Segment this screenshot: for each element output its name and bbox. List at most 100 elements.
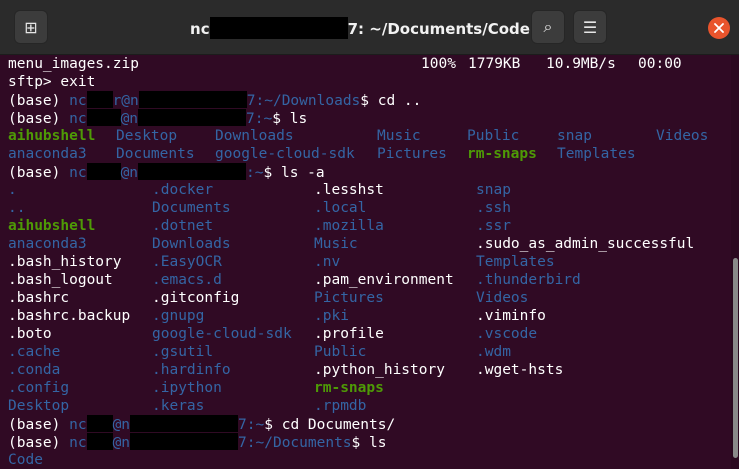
redacted-username bbox=[86, 163, 121, 180]
list-item: .lesshst bbox=[314, 182, 384, 198]
list-item: .wget-hsts bbox=[476, 362, 564, 378]
redacted-username bbox=[86, 109, 121, 126]
redacted-hostname bbox=[130, 433, 239, 450]
window-title-prefix: nc bbox=[190, 20, 210, 38]
list-item: snap bbox=[476, 182, 511, 198]
list-item: Downloads bbox=[152, 236, 231, 252]
transfer-percent: 100% bbox=[421, 56, 456, 72]
list-item: .bash_logout bbox=[8, 272, 113, 288]
ls-row: .bashrc .gitconfig Pictures Videos bbox=[8, 289, 731, 307]
prompt-user-end: @n bbox=[112, 435, 131, 451]
list-item: .. bbox=[8, 200, 26, 216]
list-item: google-cloud-sdk bbox=[152, 326, 292, 342]
list-item: Pictures bbox=[314, 290, 384, 306]
list-item: .python_history bbox=[314, 362, 445, 378]
list-item: .local bbox=[314, 200, 367, 216]
list-item: snap bbox=[557, 128, 592, 144]
ls-row: .bash_history .EasyOCR .nv Templates bbox=[8, 253, 731, 271]
transfer-file: menu_images.zip bbox=[8, 56, 139, 72]
ls-all-output: . .docker .lesshst snap.. Documents .local .ss… bbox=[8, 181, 731, 415]
redacted-hostname bbox=[138, 163, 247, 180]
redacted-hostname bbox=[209, 17, 348, 39]
prompt-path: :~ bbox=[246, 417, 265, 433]
redacted-hostname bbox=[130, 415, 239, 432]
list-item: .pki bbox=[314, 308, 349, 324]
list-item: Documents bbox=[116, 146, 195, 162]
list-item: anaconda3 bbox=[8, 146, 87, 162]
prompt-user-end: @n bbox=[120, 165, 139, 181]
list-item: . bbox=[8, 182, 17, 198]
title-bar: ⊞ nc 7: ~/Documents/Code ⌕ ☰ bbox=[0, 0, 739, 55]
conda-env: (base) bbox=[8, 417, 70, 433]
list-item: Desktop bbox=[116, 128, 178, 144]
list-item: rm-snaps bbox=[314, 380, 384, 396]
menu-button[interactable]: ☰ bbox=[573, 10, 607, 44]
list-item: .docker bbox=[152, 182, 214, 198]
transfer-rate: 10.9MB/s bbox=[546, 56, 616, 72]
ls-row: .conda .hardinfo .python_history .wget-hsts bbox=[8, 361, 731, 379]
list-item: Music bbox=[314, 236, 358, 252]
list-item: .gsutil bbox=[152, 344, 214, 360]
ls-row: .bashrc.backup .gnupg .pki .viminfo bbox=[8, 307, 731, 325]
list-item: .gitconfig bbox=[152, 290, 240, 306]
list-item: .vscode bbox=[476, 326, 538, 342]
redacted-username bbox=[86, 415, 113, 432]
new-tab-button[interactable]: ⊞ bbox=[14, 10, 48, 44]
list-item: .pam_environment bbox=[314, 272, 454, 288]
list-item: .viminfo bbox=[476, 308, 546, 324]
list-item: .profile bbox=[314, 326, 384, 342]
prompt-user-end: @n bbox=[120, 111, 139, 127]
ls-row: .config .ipython rm-snaps bbox=[8, 379, 731, 397]
list-item: Videos bbox=[656, 128, 709, 144]
ls-row: aihubshell Desktop Downloads Music Publi… bbox=[8, 127, 731, 145]
conda-env: (base) bbox=[8, 111, 70, 127]
transfer-eta: 00:00 bbox=[638, 56, 682, 72]
prompt-line: (base) nc @n:~$ ls -a bbox=[8, 163, 731, 181]
ls-row: . .docker .lesshst snap bbox=[8, 181, 731, 199]
ls-row: .cache .gsutil Public .wdm bbox=[8, 343, 731, 361]
hamburger-menu-icon: ☰ bbox=[582, 17, 598, 37]
list-item: aihubshell bbox=[8, 218, 96, 234]
list-item: Templates bbox=[557, 146, 636, 162]
prompt-user-end: @n bbox=[112, 417, 131, 433]
list-item: .nv bbox=[314, 254, 341, 270]
search-button[interactable]: ⌕ bbox=[531, 10, 565, 44]
prompt-user-end: r@n bbox=[112, 93, 139, 109]
prompt-user: nc bbox=[69, 417, 87, 433]
list-item: .keras bbox=[152, 398, 205, 414]
list-item: Pictures bbox=[377, 146, 447, 162]
list-item: .sudo_as_admin_successful bbox=[476, 236, 695, 252]
ls-row: .. Documents .local .ssh bbox=[8, 199, 731, 217]
list-item: .emacs.d bbox=[152, 272, 222, 288]
window-title-suffix: 7: ~/Documents/Code bbox=[347, 20, 530, 38]
prompt-command: $ ls -a bbox=[263, 165, 325, 181]
list-item: .hardinfo bbox=[152, 362, 231, 378]
list-item: .mozilla bbox=[314, 218, 384, 234]
list-item: Code bbox=[8, 452, 43, 468]
close-icon bbox=[714, 23, 724, 33]
list-item: .gnupg bbox=[152, 308, 205, 324]
prompt-host-end: 7 bbox=[238, 417, 247, 433]
close-button[interactable] bbox=[708, 17, 730, 39]
prompt-host-end: 7 bbox=[246, 111, 255, 127]
new-tab-icon: ⊞ bbox=[24, 17, 38, 37]
list-item: .ssr bbox=[476, 218, 511, 234]
conda-env: (base) bbox=[8, 93, 70, 109]
list-item: .config bbox=[8, 380, 70, 396]
redacted-hostname bbox=[138, 91, 247, 108]
ls-row: anaconda3 Downloads Music .sudo_as_admin_su… bbox=[8, 235, 731, 253]
list-item: Desktop bbox=[8, 398, 70, 414]
ls-row: anaconda3 Documents google-cloud-sdk Pic… bbox=[8, 145, 731, 163]
list-item: .ssh bbox=[476, 200, 511, 216]
terminal-output[interactable]: menu_images.zip 100% 1779KB 10.9MB/s 00:… bbox=[0, 55, 731, 469]
prompt-path: :~/Documents bbox=[246, 435, 352, 451]
prompt-command: $ cd Documents/ bbox=[264, 417, 396, 433]
prompt-user: nc bbox=[69, 435, 87, 451]
search-icon: ⌕ bbox=[543, 17, 553, 36]
conda-env: (base) bbox=[8, 435, 70, 451]
scrollbar-thumb[interactable] bbox=[733, 258, 738, 458]
ls-row: .boto google-cloud-sdk .profile .vscode bbox=[8, 325, 731, 343]
ls-row: Code bbox=[8, 451, 731, 469]
list-item: rm-snaps bbox=[467, 146, 537, 162]
list-item: Templates bbox=[476, 254, 555, 270]
